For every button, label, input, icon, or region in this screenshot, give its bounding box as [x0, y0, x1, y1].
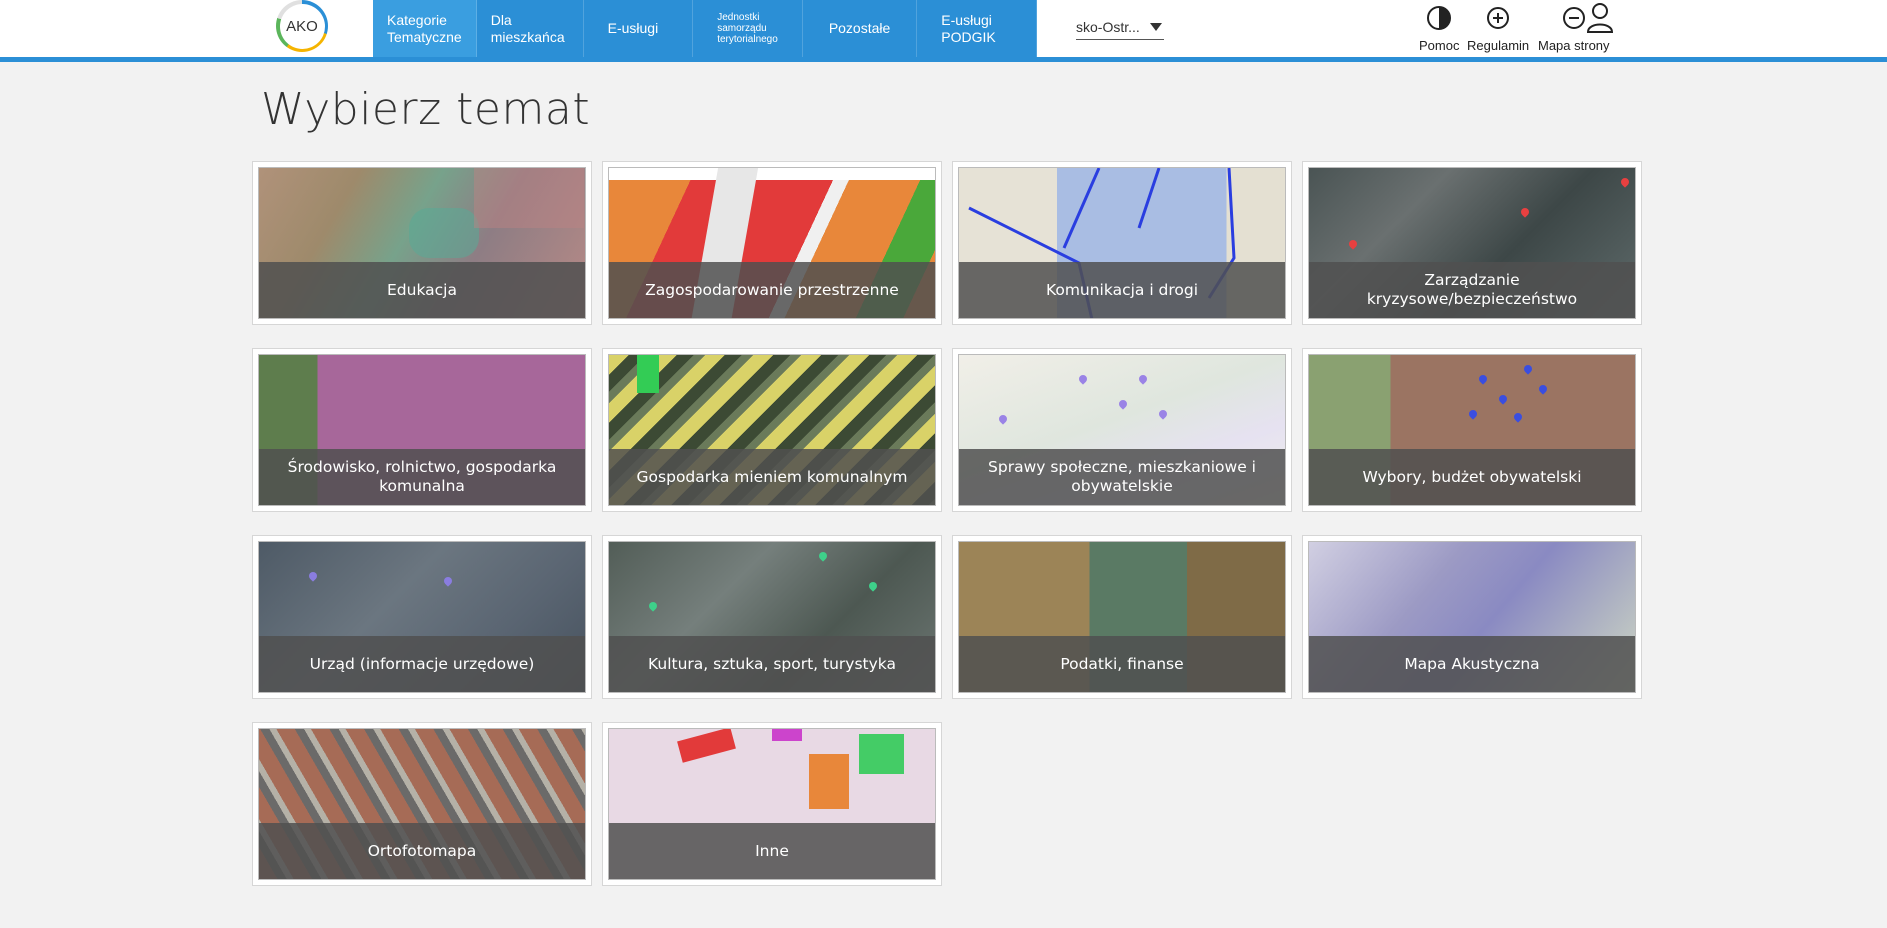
tile-caption: Kultura, sztuka, sport, turystyka [609, 636, 935, 692]
tile-caption: Podatki, finanse [959, 636, 1285, 692]
tile-caption: Komunikacja i drogi [959, 262, 1285, 318]
tile-caption: Środowisko, rolnictwo, gospodarka komuna… [259, 449, 585, 505]
tile-wybory[interactable]: Wybory, budżet obywatelski [1302, 348, 1642, 512]
tile-zarzadzanie-kryzysowe[interactable]: Zarządzanie kryzysowe/bezpieczeństwo [1302, 161, 1642, 325]
page-title: Wybierz temat [261, 84, 591, 135]
tile-thumbnail: Edukacja [258, 167, 586, 319]
nav-pozostale[interactable]: Pozostałe [803, 0, 918, 57]
tile-caption: Inne [609, 823, 935, 879]
tile-mapa-akustyczna[interactable]: Mapa Akustyczna [1302, 535, 1642, 699]
terms-tool[interactable]: Regulamin [1467, 2, 1529, 53]
user-tool[interactable] [1584, 2, 1616, 34]
tile-caption: Mapa Akustyczna [1309, 636, 1635, 692]
logo-text: AKO [279, 3, 325, 49]
region-select[interactable]: sko-Ostr... [1076, 14, 1164, 40]
tile-caption: Zarządzanie kryzysowe/bezpieczeństwo [1309, 262, 1635, 318]
tile-thumbnail: Gospodarka mieniem komunalnym [608, 354, 936, 506]
top-header: AKO Kategorie Tematyczne Dla mieszkańca … [0, 0, 1887, 62]
tile-thumbnail: Kultura, sztuka, sport, turystyka [608, 541, 936, 693]
tile-thumbnail: Zarządzanie kryzysowe/bezpieczeństwo [1308, 167, 1636, 319]
tile-kultura[interactable]: Kultura, sztuka, sport, turystyka [602, 535, 942, 699]
tile-caption: Wybory, budżet obywatelski [1309, 449, 1635, 505]
tile-urzad[interactable]: Urząd (informacje urzędowe) [252, 535, 592, 699]
tile-inne[interactable]: Inne [602, 722, 942, 886]
tile-thumbnail: Środowisko, rolnictwo, gospodarka komuna… [258, 354, 586, 506]
zoom-in-icon [1482, 2, 1514, 34]
tile-caption: Sprawy społeczne, mieszkaniowe i obywate… [959, 449, 1285, 505]
tile-thumbnail: Urząd (informacje urzędowe) [258, 541, 586, 693]
terms-label: Regulamin [1467, 38, 1530, 53]
tile-caption: Urząd (informacje urzędowe) [259, 636, 585, 692]
tile-komunikacja[interactable]: Komunikacja i drogi [952, 161, 1292, 325]
nav-jednostki-samorzadu[interactable]: Jednostki samorządu terytorialnego [693, 0, 803, 57]
chevron-down-icon [1150, 22, 1162, 31]
tile-caption: Ortofotomapa [259, 823, 585, 879]
tile-ortofotomapa[interactable]: Ortofotomapa [252, 722, 592, 886]
nav-e-uslugi[interactable]: E-usługi [584, 0, 694, 57]
nav-kategorie-tematyczne[interactable]: Kategorie Tematyczne [373, 0, 477, 57]
help-label: Pomoc [1419, 38, 1460, 53]
ako-logo[interactable]: AKO [276, 0, 328, 52]
tile-caption: Gospodarka mieniem komunalnym [609, 449, 935, 505]
tile-thumbnail: Ortofotomapa [258, 728, 586, 880]
tile-caption: Edukacja [259, 262, 585, 318]
sitemap-label: Mapa strony [1538, 38, 1610, 53]
tile-thumbnail: Podatki, finanse [958, 541, 1286, 693]
help-tool[interactable]: Pomoc [1419, 2, 1459, 53]
tile-thumbnail: Sprawy społeczne, mieszkaniowe i obywate… [958, 354, 1286, 506]
tile-thumbnail: Inne [608, 728, 936, 880]
tile-srodowisko[interactable]: Środowisko, rolnictwo, gospodarka komuna… [252, 348, 592, 512]
tile-edukacja[interactable]: Edukacja [252, 161, 592, 325]
user-icon [1584, 2, 1616, 34]
nav-e-uslugi-podgik[interactable]: E-usługi PODGIK [917, 0, 1037, 57]
tile-sprawy-spoleczne[interactable]: Sprawy społeczne, mieszkaniowe i obywate… [952, 348, 1292, 512]
tile-thumbnail: Zagospodarowanie przestrzenne [608, 167, 936, 319]
contrast-icon [1423, 2, 1455, 34]
tile-thumbnail: Mapa Akustyczna [1308, 541, 1636, 693]
tile-zagospodarowanie[interactable]: Zagospodarowanie przestrzenne [602, 161, 942, 325]
region-select-value: sko-Ostr... [1076, 18, 1140, 35]
tile-thumbnail: Komunikacja i drogi [958, 167, 1286, 319]
tile-thumbnail: Wybory, budżet obywatelski [1308, 354, 1636, 506]
tile-gospodarka-mieniem[interactable]: Gospodarka mieniem komunalnym [602, 348, 942, 512]
nav-dla-mieszkanca[interactable]: Dla mieszkańca [477, 0, 584, 57]
main-nav: Kategorie Tematyczne Dla mieszkańca E-us… [373, 0, 1037, 57]
tile-caption: Zagospodarowanie przestrzenne [609, 262, 935, 318]
tile-podatki[interactable]: Podatki, finanse [952, 535, 1292, 699]
